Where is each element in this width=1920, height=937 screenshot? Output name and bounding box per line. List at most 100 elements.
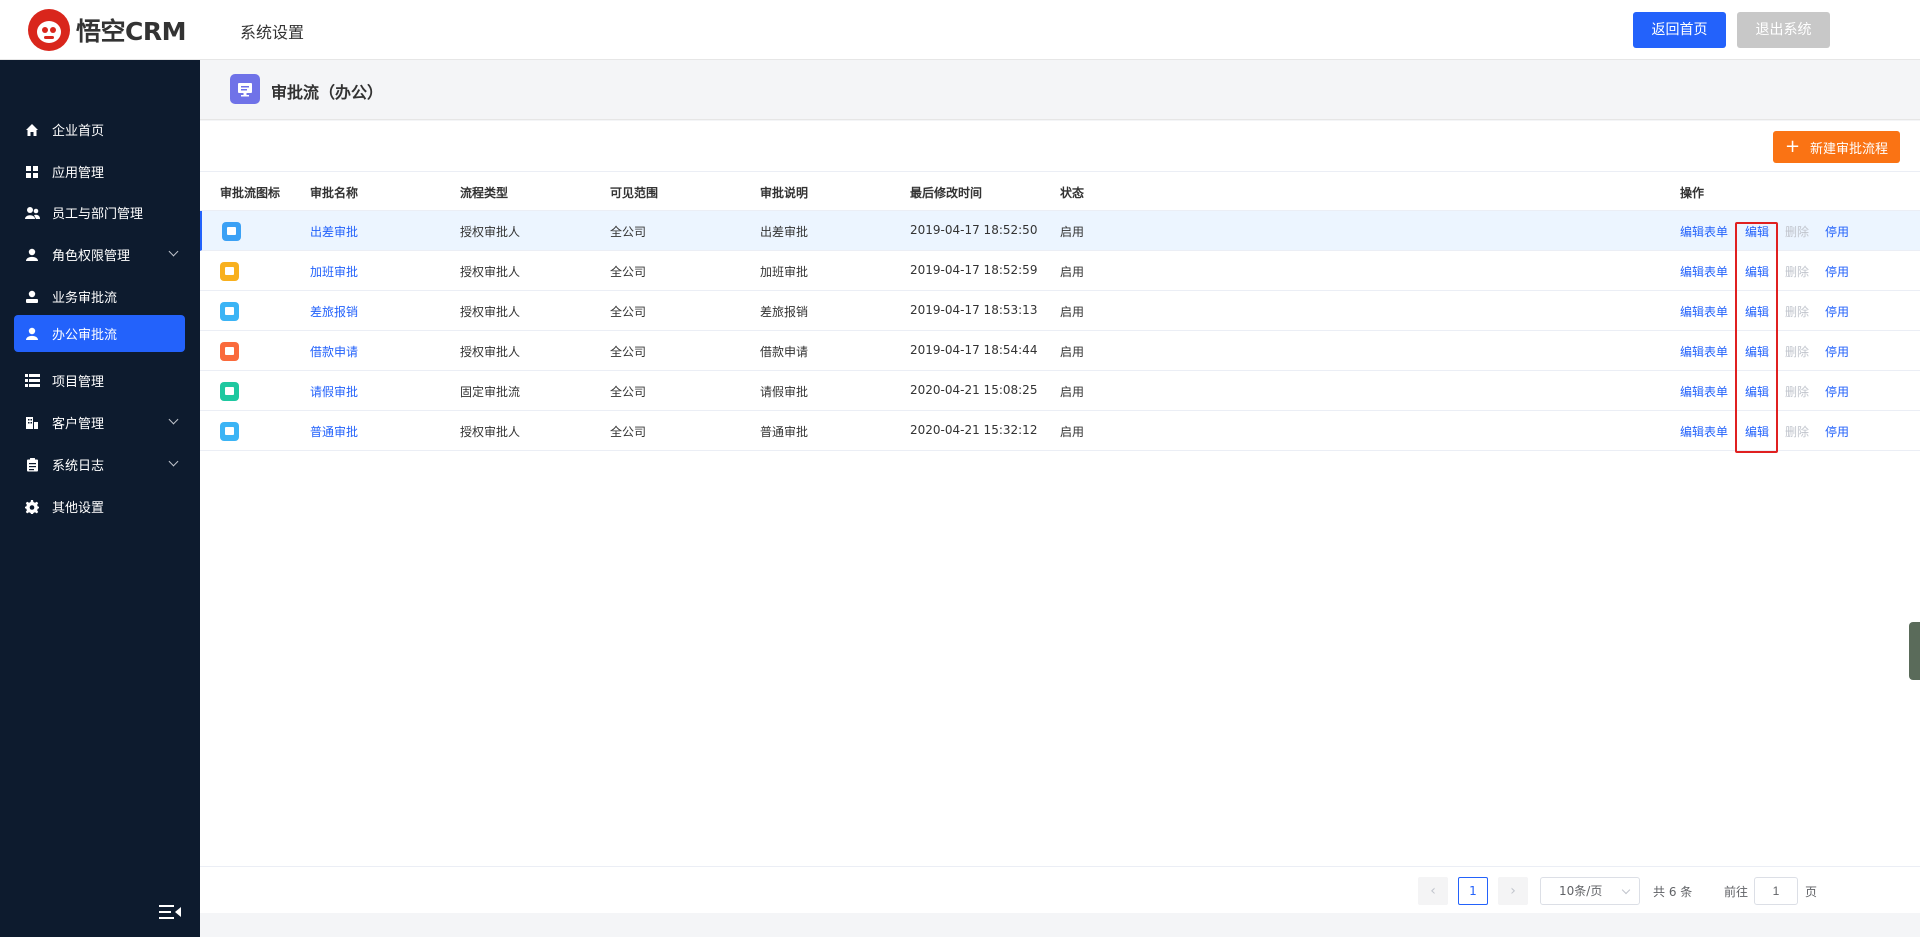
page-size-select[interactable]: 10条/页 bbox=[1540, 877, 1640, 905]
sidebar-item-projects[interactable]: 项目管理 bbox=[14, 362, 185, 399]
sidebar-item-customers[interactable]: 客户管理 bbox=[14, 404, 185, 441]
sidebar-item-label: 角色权限管理 bbox=[52, 249, 131, 264]
edit-form-link[interactable]: 编辑表单 bbox=[1680, 223, 1728, 240]
edit-column-highlight bbox=[1735, 222, 1778, 453]
table-row: 普通审批 授权审批人 全公司 普通审批 2020-04-21 15:32:12 … bbox=[200, 411, 1920, 451]
disable-link[interactable]: 停用 bbox=[1825, 383, 1849, 400]
page-title-bar: 审批流（办公） bbox=[200, 60, 1920, 120]
delete-link: 删除 bbox=[1785, 345, 1810, 359]
sidebar-item-business-approval[interactable]: 业务审批流 bbox=[14, 278, 185, 315]
column-header-updated: 最后修改时间 bbox=[910, 186, 983, 200]
total-count: 共 6 条 bbox=[1653, 885, 1693, 899]
sidebar-item-label: 企业首页 bbox=[52, 124, 105, 139]
side-drawer-handle[interactable] bbox=[1909, 622, 1920, 680]
header-title: 系统设置 bbox=[240, 23, 305, 42]
sidebar-item-home[interactable]: 企业首页 bbox=[14, 111, 185, 148]
edit-form-link[interactable]: 编辑表单 bbox=[1680, 343, 1728, 360]
overtime-icon bbox=[220, 262, 239, 281]
receipt-icon bbox=[220, 302, 239, 321]
new-approval-flow-label: 新建审批流程 bbox=[1810, 141, 1889, 157]
disable-link[interactable]: 停用 bbox=[1825, 263, 1849, 280]
table-row: 请假审批 固定审批流 全公司 请假审批 2020-04-21 15:08:25 … bbox=[200, 371, 1920, 411]
sidebar-item-label: 客户管理 bbox=[52, 417, 105, 432]
clipboard-icon bbox=[24, 457, 40, 473]
edit-form-link[interactable]: 编辑表单 bbox=[1680, 423, 1728, 440]
column-header-actions: 操作 bbox=[1680, 186, 1705, 200]
table-row: 借款申请 授权审批人 全公司 借款申请 2019-04-17 18:54:44 … bbox=[200, 331, 1920, 371]
new-approval-flow-button[interactable]: + 新建审批流程 bbox=[1773, 131, 1900, 163]
approval-name-link[interactable]: 加班审批 bbox=[310, 263, 358, 280]
sidebar-item-other-settings[interactable]: 其他设置 bbox=[14, 488, 185, 525]
exit-system-button[interactable]: 退出系统 bbox=[1737, 12, 1830, 48]
flow-type: 授权审批人 bbox=[460, 225, 521, 239]
sidebar-item-roles[interactable]: 角色权限管理 bbox=[14, 236, 185, 273]
visible-scope: 全公司 bbox=[610, 305, 647, 319]
approval-name-link[interactable]: 借款申请 bbox=[310, 343, 358, 360]
page-size-value: 10条/页 bbox=[1559, 884, 1603, 898]
plus-icon: + bbox=[1784, 136, 1801, 157]
disable-link[interactable]: 停用 bbox=[1825, 343, 1849, 360]
building-icon bbox=[24, 415, 40, 431]
approval-name-link[interactable]: 请假审批 bbox=[310, 383, 358, 400]
disable-link[interactable]: 停用 bbox=[1825, 223, 1849, 240]
app-logo[interactable]: 悟空CRM bbox=[28, 9, 186, 51]
edit-form-link[interactable]: 编辑表单 bbox=[1680, 383, 1728, 400]
flow-type: 授权审批人 bbox=[460, 425, 521, 439]
sidebar-item-office-approval[interactable]: 办公审批流 bbox=[14, 315, 185, 352]
delete-link: 删除 bbox=[1785, 425, 1810, 439]
column-header-scope: 可见范围 bbox=[610, 186, 659, 200]
sidebar-item-label: 办公审批流 bbox=[52, 328, 118, 343]
chevron-down-icon bbox=[1621, 885, 1631, 895]
column-header-icon: 审批流图标 bbox=[220, 186, 281, 200]
goto-page-input[interactable] bbox=[1754, 877, 1798, 905]
table-row: 出差审批 授权审批人 全公司 出差审批 2019-04-17 18:52:50 … bbox=[200, 211, 1920, 251]
prev-page-button[interactable]: ‹ bbox=[1418, 877, 1448, 905]
sidebar-item-staff-dept[interactable]: 员工与部门管理 bbox=[14, 194, 185, 231]
collapse-sidebar-icon[interactable] bbox=[159, 904, 181, 920]
sidebar: 企业首页 应用管理 员工与部门管理 角色权限管理 业务审批流 办公审批流 项目管… bbox=[0, 60, 200, 937]
pagination: ‹ 1 › 10条/页 共 6 条 前往 页 bbox=[200, 866, 1920, 913]
next-page-button[interactable]: › bbox=[1498, 877, 1528, 905]
briefcase-icon bbox=[220, 342, 239, 361]
updated-time: 2019-04-17 18:54:44 bbox=[910, 343, 1038, 357]
visible-scope: 全公司 bbox=[610, 425, 647, 439]
top-header: 悟空CRM 系统设置 返回首页 退出系统 bbox=[0, 0, 1920, 60]
page-unit-label: 页 bbox=[1805, 885, 1818, 899]
edit-form-link[interactable]: 编辑表单 bbox=[1680, 303, 1728, 320]
edit-form-link[interactable]: 编辑表单 bbox=[1680, 263, 1728, 280]
updated-time: 2019-04-17 18:52:59 bbox=[910, 263, 1038, 277]
approval-desc: 借款申请 bbox=[760, 345, 809, 359]
table-header: 审批流图标 审批名称 流程类型 可见范围 审批说明 最后修改时间 状态 操作 bbox=[200, 171, 1920, 211]
chevron-down-icon bbox=[168, 456, 179, 467]
user-icon bbox=[24, 326, 40, 342]
updated-time: 2020-04-21 15:32:12 bbox=[910, 423, 1038, 437]
sidebar-item-label: 项目管理 bbox=[52, 375, 105, 390]
sidebar-item-system-log[interactable]: 系统日志 bbox=[14, 446, 185, 483]
leave-icon bbox=[220, 382, 239, 401]
page-number-button[interactable]: 1 bbox=[1458, 877, 1488, 905]
approval-name-link[interactable]: 普通审批 bbox=[310, 423, 358, 440]
home-icon bbox=[24, 122, 40, 138]
column-header-name: 审批名称 bbox=[310, 186, 359, 200]
flow-type: 授权审批人 bbox=[460, 265, 521, 279]
approval-name-link[interactable]: 出差审批 bbox=[310, 223, 358, 240]
visible-scope: 全公司 bbox=[610, 225, 647, 239]
status-text: 启用 bbox=[1060, 385, 1085, 399]
approval-desc: 出差审批 bbox=[760, 225, 809, 239]
delete-link: 删除 bbox=[1785, 305, 1810, 319]
visible-scope: 全公司 bbox=[610, 265, 647, 279]
column-header-type: 流程类型 bbox=[460, 186, 509, 200]
status-text: 启用 bbox=[1060, 425, 1085, 439]
disable-link[interactable]: 停用 bbox=[1825, 303, 1849, 320]
approval-desc: 差旅报销 bbox=[760, 305, 809, 319]
approval-name-link[interactable]: 差旅报销 bbox=[310, 303, 358, 320]
return-home-button[interactable]: 返回首页 bbox=[1633, 12, 1726, 48]
status-text: 启用 bbox=[1060, 265, 1085, 279]
column-header-desc: 审批说明 bbox=[760, 186, 809, 200]
disable-link[interactable]: 停用 bbox=[1825, 423, 1849, 440]
sidebar-item-apps[interactable]: 应用管理 bbox=[14, 153, 185, 190]
flow-type: 授权审批人 bbox=[460, 305, 521, 319]
sidebar-item-label: 系统日志 bbox=[52, 459, 105, 474]
sidebar-item-label: 业务审批流 bbox=[52, 291, 118, 306]
flow-type: 授权审批人 bbox=[460, 345, 521, 359]
